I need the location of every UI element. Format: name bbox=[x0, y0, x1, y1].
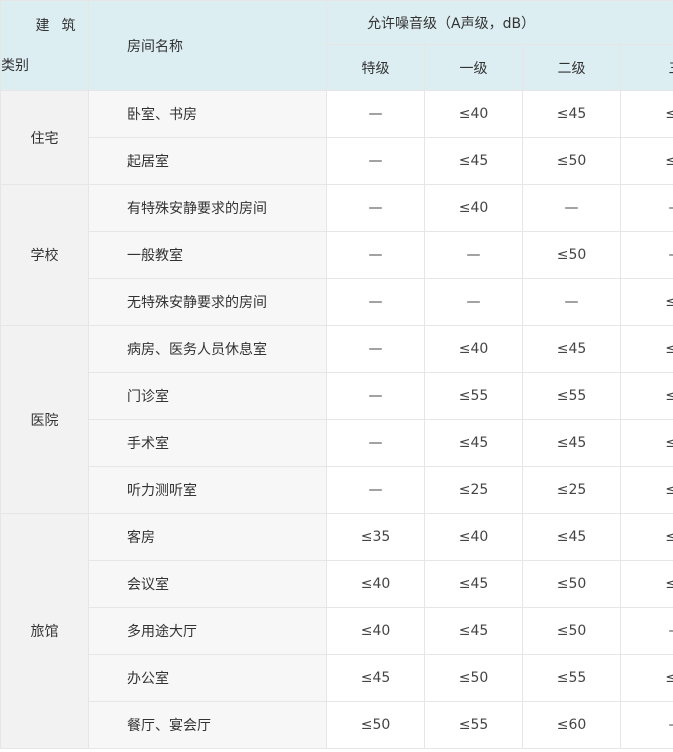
noise-value-cell: ≤45 bbox=[424, 137, 523, 185]
noise-value-cell: ≤5 bbox=[619, 419, 673, 467]
noise-value-cell: — bbox=[619, 231, 673, 279]
table-row: 住宅 卧室、书房 — ≤40 ≤45 ≤5 bbox=[0, 90, 673, 185]
room-name-cell: 起居室 bbox=[88, 137, 327, 185]
room-name-cell: 餐厅、宴会厅 bbox=[88, 701, 327, 749]
noise-value-cell: ≤60 bbox=[522, 701, 621, 749]
table-row: 学校 有特殊安静要求的房间 — ≤40 — — bbox=[0, 184, 673, 326]
noise-value-cell: — bbox=[424, 231, 523, 279]
noise-value-cell: ≤6 bbox=[619, 372, 673, 420]
noise-value-cell: ≤45 bbox=[326, 654, 425, 702]
noise-value-cell: ≤50 bbox=[522, 560, 621, 608]
room-name-cell: 客房 bbox=[88, 513, 327, 561]
noise-value-cell: ≤45 bbox=[424, 419, 523, 467]
table-row: 旅馆 客房 ≤35 ≤40 ≤45 ≤5 bbox=[0, 513, 673, 749]
level-header: 三 bbox=[619, 44, 673, 91]
room-name-cell: 会议室 bbox=[88, 560, 327, 608]
noise-value-cell: — bbox=[326, 278, 425, 326]
noise-value-cell: ≤5 bbox=[619, 325, 673, 373]
room-name-cell: 手术室 bbox=[88, 419, 327, 467]
building-header-line2: 类别 bbox=[1, 57, 30, 74]
noise-value-cell: ≤50 bbox=[522, 231, 621, 279]
table-row: 无特殊安静要求的房间 — — — ≤5 bbox=[1, 278, 673, 326]
noise-value-cell: ≤40 bbox=[326, 560, 425, 608]
table-row: 起居室 — ≤45 ≤50 ≤5 bbox=[1, 137, 673, 185]
noise-value-cell: ≤50 bbox=[522, 137, 621, 185]
noise-value-cell: ≤40 bbox=[424, 90, 523, 138]
noise-value-cell: ≤5 bbox=[619, 654, 673, 702]
noise-value-cell: ≤40 bbox=[424, 325, 523, 373]
noise-value-cell: — bbox=[619, 701, 673, 749]
room-name-cell: 一般教室 bbox=[88, 231, 327, 279]
noise-value-cell: ≤55 bbox=[522, 372, 621, 420]
room-name-cell: 卧室、书房 bbox=[88, 90, 327, 138]
room-name-cell: 病房、医务人员休息室 bbox=[88, 325, 327, 373]
noise-value-cell: ≤50 bbox=[522, 607, 621, 655]
room-name-cell: 有特殊安静要求的房间 bbox=[88, 184, 327, 232]
room-name-cell: 无特殊安静要求的房间 bbox=[88, 278, 327, 326]
building-category-cell: 住宅 bbox=[0, 90, 89, 185]
table-row: 一般教室 — — ≤50 — bbox=[1, 231, 673, 279]
noise-value-cell: ≤5 bbox=[619, 513, 673, 561]
noise-value-cell: ≤45 bbox=[522, 325, 621, 373]
room-name-cell: 多用途大厅 bbox=[88, 607, 327, 655]
table-row: 听力测听室 — ≤25 ≤25 ≤3 bbox=[1, 466, 673, 514]
noise-value-cell: — bbox=[619, 184, 673, 232]
table-row: 会议室 ≤40 ≤45 ≤50 ≤5 bbox=[1, 560, 673, 608]
building-category-cell: 旅馆 bbox=[0, 513, 89, 749]
room-name-cell: 听力测听室 bbox=[88, 466, 327, 514]
building-category-cell: 学校 bbox=[0, 184, 89, 326]
noise-value-cell: — bbox=[424, 278, 523, 326]
table-row: 手术室 — ≤45 ≤45 ≤5 bbox=[1, 419, 673, 467]
noise-value-cell: ≤35 bbox=[326, 513, 425, 561]
noise-value-cell: — bbox=[326, 372, 425, 420]
noise-value-cell: — bbox=[326, 466, 425, 514]
noise-value-cell: ≤5 bbox=[619, 278, 673, 326]
noise-value-cell: ≤40 bbox=[424, 513, 523, 561]
noise-value-cell: ≤25 bbox=[522, 466, 621, 514]
noise-value-cell: ≤55 bbox=[522, 654, 621, 702]
table-row: 医院 病房、医务人员休息室 — ≤40 ≤45 ≤5 bbox=[0, 325, 673, 514]
noise-value-cell: ≤5 bbox=[619, 90, 673, 138]
level-header: 一级 bbox=[424, 44, 523, 91]
noise-value-cell: — bbox=[326, 325, 425, 373]
noise-value-cell: ≤45 bbox=[424, 560, 523, 608]
room-name-cell: 门诊室 bbox=[88, 372, 327, 420]
table-row: 多用途大厅 ≤40 ≤45 ≤50 — bbox=[1, 607, 673, 655]
building-category-header: 建筑 类别 bbox=[0, 0, 89, 91]
noise-value-cell: — bbox=[326, 184, 425, 232]
noise-value-cell: — bbox=[522, 278, 621, 326]
noise-value-cell: — bbox=[522, 184, 621, 232]
allowed-noise-header: 允许噪音级（A声级，dB） bbox=[325, 0, 673, 45]
room-name-header: 房间名称 bbox=[88, 0, 327, 91]
noise-value-cell: ≤50 bbox=[424, 654, 523, 702]
room-name-cell: 办公室 bbox=[88, 654, 327, 702]
table-row: 餐厅、宴会厅 ≤50 ≤55 ≤60 — bbox=[1, 701, 673, 749]
noise-value-cell: ≤5 bbox=[619, 137, 673, 185]
table-row: 门诊室 — ≤55 ≤55 ≤6 bbox=[1, 372, 673, 420]
noise-value-cell: ≤5 bbox=[619, 560, 673, 608]
noise-value-cell: ≤50 bbox=[326, 701, 425, 749]
noise-value-cell: — bbox=[619, 607, 673, 655]
noise-value-cell: ≤55 bbox=[424, 372, 523, 420]
building-category-cell: 医院 bbox=[0, 325, 89, 514]
level-header: 二级 bbox=[522, 44, 621, 91]
noise-value-cell: ≤40 bbox=[424, 184, 523, 232]
table-viewport: 建筑 类别 房间名称 允许噪音级（A声级，dB） 特级 一级 二级 三 住宅 卧… bbox=[0, 0, 673, 752]
building-header-line1: 建筑 bbox=[35, 17, 88, 34]
noise-level-table: 建筑 类别 房间名称 允许噪音级（A声级，dB） 特级 一级 二级 三 住宅 卧… bbox=[0, 0, 673, 749]
noise-value-cell: ≤45 bbox=[522, 90, 621, 138]
table-row: 办公室 ≤45 ≤50 ≤55 ≤5 bbox=[1, 654, 673, 702]
noise-value-cell: — bbox=[326, 231, 425, 279]
noise-value-cell: — bbox=[326, 90, 425, 138]
level-header: 特级 bbox=[326, 44, 425, 91]
noise-value-cell: ≤45 bbox=[522, 419, 621, 467]
noise-value-cell: ≤3 bbox=[619, 466, 673, 514]
noise-value-cell: — bbox=[326, 137, 425, 185]
noise-value-cell: ≤40 bbox=[326, 607, 425, 655]
noise-value-cell: ≤55 bbox=[424, 701, 523, 749]
noise-value-cell: ≤45 bbox=[424, 607, 523, 655]
noise-value-cell: ≤45 bbox=[522, 513, 621, 561]
noise-value-cell: ≤25 bbox=[424, 466, 523, 514]
noise-value-cell: — bbox=[326, 419, 425, 467]
